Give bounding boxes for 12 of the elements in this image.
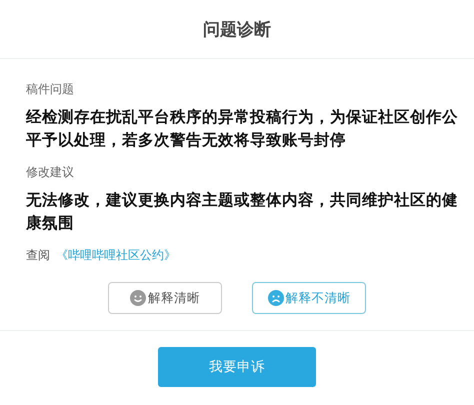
feedback-button[interactable]: 解释清晰 (108, 282, 222, 314)
smiley-icon (130, 290, 146, 306)
section-label: 稿件问题 (26, 81, 75, 98)
appeal-button[interactable]: 我要申诉 (158, 347, 316, 387)
section-text: 经检测存在扰乱平台秩序的异常投稿行为，为保证社区创作公平予以处理，若多次警告无效将导致账号封停 (26, 107, 459, 151)
section-label: 修改建议 (26, 164, 75, 181)
feedback-button[interactable]: 解释不清晰 (252, 282, 366, 314)
sad-face-icon (268, 290, 284, 306)
section-text: 无法修改，建议更换内容主题或整体内容，共同维护社区的健康氛围 (26, 190, 459, 234)
dialog-title: 问题诊断 (203, 18, 271, 40)
reference-label: 查阅 (26, 247, 50, 264)
guidelines-link[interactable]: 《哔哩哔哩社区公约》 (56, 247, 176, 264)
